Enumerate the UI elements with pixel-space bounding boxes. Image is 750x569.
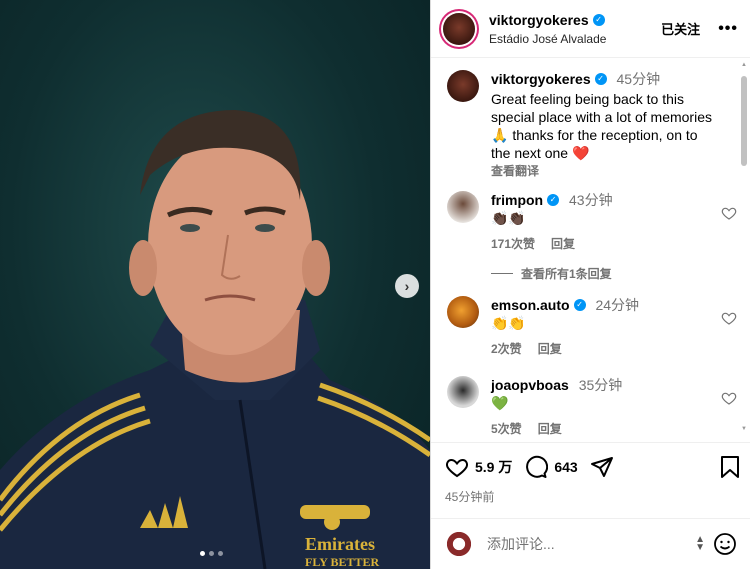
player-photo [0,110,430,569]
comment-body: joaopvboas 35分钟 💚 5次赞 回复 [491,376,737,438]
chevron-right-icon: › [404,278,410,294]
resize-stepper-icon[interactable]: ▲ ▼ [695,535,705,553]
caption-time: 45分钟 [616,71,661,87]
heart-icon[interactable] [721,390,737,406]
comment-meta: 5次赞 回复 [491,420,737,438]
view-replies-link[interactable]: 查看所有1条回复 [491,265,612,282]
caption-username-text[interactable]: viktorgyokeres [491,70,591,88]
comment-meta: 171次赞 回复 [491,235,737,253]
add-comment-bar: 添加评论... ▲ ▼ [431,518,750,569]
scroll-up-icon[interactable]: ▲ [740,62,748,68]
comments-scrollbar[interactable]: ▲ ▼ [740,62,748,432]
comment-likes[interactable]: 2次赞 [491,340,522,358]
comment-time: 24分钟 [595,297,640,313]
comment-username[interactable]: joaopvboas [491,376,569,394]
comment-body: emson.auto ✓ 24分钟 👏👏 2次赞 回复 [491,296,737,358]
author-username-text[interactable]: viktorgyokeres [489,12,589,28]
reply-button[interactable]: 回复 [551,235,575,253]
heart-icon[interactable] [721,310,737,326]
comments-list: viktorgyokeres ✓ 45分钟 Great feeling bein… [431,58,750,443]
bookmark-icon[interactable] [719,455,741,479]
heart-icon[interactable] [721,205,737,221]
caption-username[interactable]: viktorgyokeres ✓ [491,70,607,88]
more-options-button[interactable]: ••• [718,20,738,38]
comment-input[interactable]: 添加评论... [487,534,695,554]
emoji-icon[interactable] [713,532,737,556]
reply-button[interactable]: 回复 [538,340,562,358]
verified-icon: ✓ [547,194,560,206]
next-slide-button[interactable]: › [395,274,419,298]
scroll-down-icon[interactable]: ▼ [740,426,748,432]
caption-line: Great feeling being back to this [491,91,685,107]
comment-icon[interactable] [524,455,549,479]
following-button[interactable]: 已关注 [661,19,700,38]
share-action[interactable] [590,455,614,479]
posted-time[interactable]: 45分钟前 [445,488,494,505]
comment-body: frimpon ✓ 43分钟 👏🏿👏🏿 171次赞 回复 [491,191,737,253]
caption-line: the next one ❤️ [491,145,590,161]
post-sidebar: viktorgyokeres ✓ Estádio José Alvalade 已… [430,0,750,569]
post-caption: viktorgyokeres ✓ 45分钟 Great feeling bein… [447,70,737,180]
comment-meta: 2次赞 回复 [491,340,737,358]
author-info: viktorgyokeres ✓ Estádio José Alvalade [489,12,661,46]
post-location[interactable]: Estádio José Alvalade [489,32,661,46]
post-media[interactable]: Emirates FLY BETTER › [0,0,430,569]
comment-avatar[interactable] [447,296,479,328]
carousel-dot [218,551,223,556]
heart-icon[interactable] [445,455,469,479]
verified-icon: ✓ [592,13,605,26]
comment-likes[interactable]: 5次赞 [491,420,522,438]
author-username[interactable]: viktorgyokeres ✓ [489,12,605,28]
post-header: viktorgyokeres ✓ Estádio José Alvalade 已… [431,0,750,58]
comment-item: emson.auto ✓ 24分钟 👏👏 2次赞 回复 [447,296,737,358]
divider [491,273,513,274]
caption-avatar[interactable] [447,70,479,102]
see-translation-link[interactable]: 查看翻译 [491,162,737,180]
current-user-avatar [445,530,473,558]
comment-username-text[interactable]: joaopvboas [491,376,569,394]
like-count[interactable]: 5.9 万 [475,457,512,477]
scroll-thumb[interactable] [741,76,747,166]
comment-likes[interactable]: 171次赞 [491,235,535,253]
caption-line: special place with a lot of memories [491,109,712,125]
post-actions: 5.9 万 643 [445,452,741,482]
caption-text: Great feeling being back to this special… [491,90,737,162]
comment-avatar[interactable] [447,191,479,223]
comment-time: 43分钟 [569,192,613,208]
comment-text: 👏🏿👏🏿 [491,210,526,226]
comment-item: joaopvboas 35分钟 💚 5次赞 回复 [447,376,737,438]
comment-text: 👏👏 [491,315,526,331]
verified-icon: ✓ [594,73,607,85]
comment-item: frimpon ✓ 43分钟 👏🏿👏🏿 171次赞 回复 [447,191,737,253]
carousel-dot [200,551,205,556]
comment-username[interactable]: emson.auto ✓ [491,296,586,314]
comment-action[interactable]: 643 [524,455,578,479]
comment-text: 💚 [491,395,509,411]
comment-username-text[interactable]: frimpon [491,191,543,209]
comment-avatar[interactable] [447,376,479,408]
caption-body: viktorgyokeres ✓ 45分钟 Great feeling bein… [491,70,737,180]
comment-time: 35分钟 [578,377,623,393]
comment-username[interactable]: frimpon ✓ [491,191,560,209]
sponsor-text: Emirates FLY BETTER [305,534,380,569]
share-icon[interactable] [590,455,614,479]
author-avatar[interactable] [443,12,475,45]
carousel-indicator [200,551,223,556]
comment-username-text[interactable]: emson.auto [491,296,570,314]
comment-count[interactable]: 643 [554,459,577,475]
view-replies-text[interactable]: 查看所有1条回复 [521,265,612,282]
carousel-dot [209,551,214,556]
reply-button[interactable]: 回复 [538,420,562,438]
like-action[interactable]: 5.9 万 [445,455,512,479]
verified-icon: ✓ [573,299,586,311]
caption-line: 🙏 thanks for the reception, on to [491,127,698,143]
